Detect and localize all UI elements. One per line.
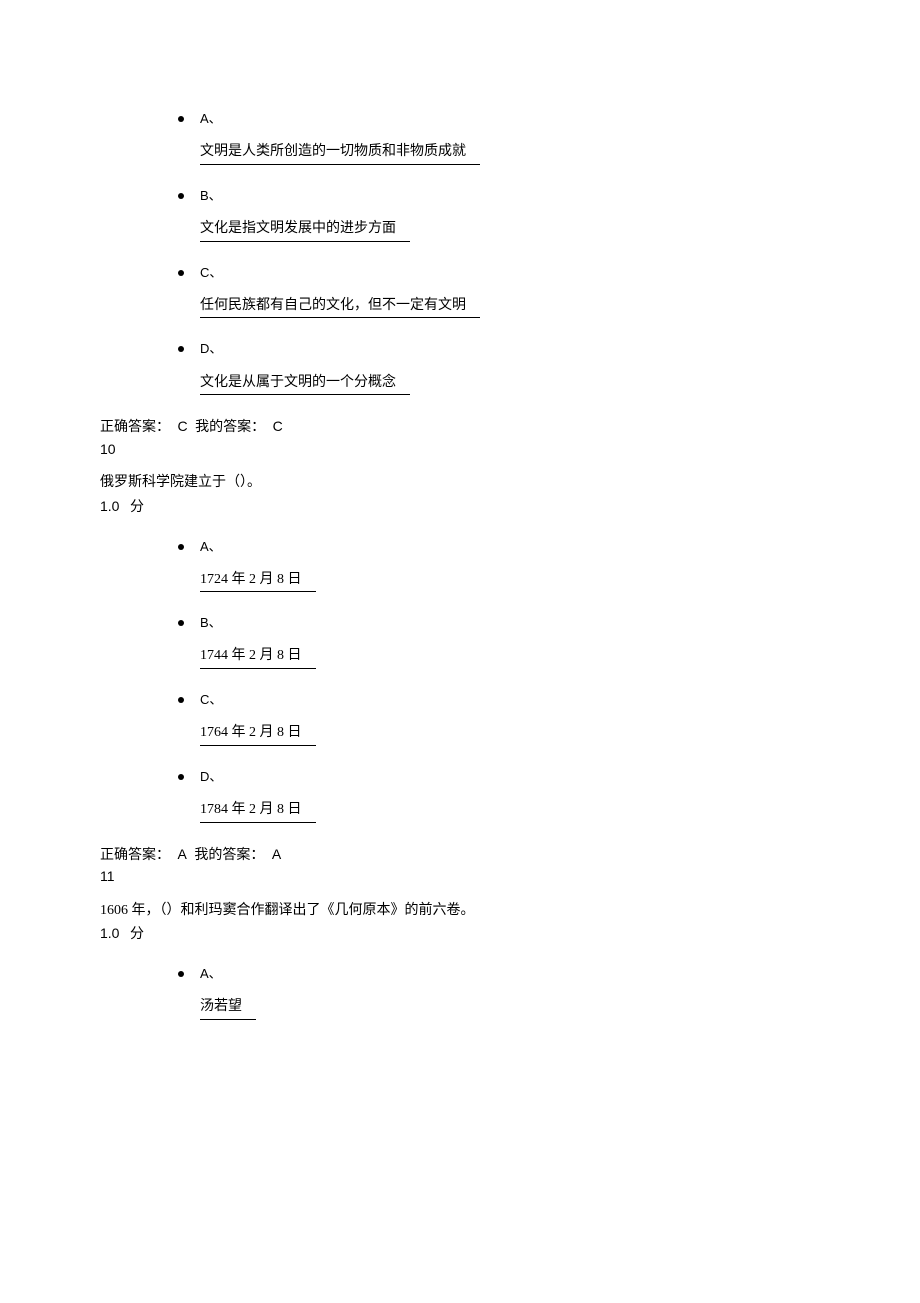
q10-option-a: A、 [100, 538, 820, 556]
bullet-icon [178, 193, 184, 199]
q9-option-d: D、 [100, 340, 820, 358]
q11-number: 11 [100, 867, 820, 887]
option-letter: B、 [200, 614, 222, 632]
q11-options: A、 汤若望 [100, 965, 820, 1020]
q11-stem: 1606 年，（）和利玛窦合作翻译出了《几何原本》的前六卷。 [100, 901, 820, 921]
option-text: 1724 年 2 月 8 日 [200, 570, 316, 593]
bullet-icon [178, 346, 184, 352]
q10-option-c-text-wrap: 1764 年 2 月 8 日 [100, 723, 820, 746]
my-answer-value: C [273, 418, 283, 434]
q10-stem: 俄罗斯科学院建立于（）。 [100, 473, 820, 493]
q10-score: 1.0 分 [100, 497, 820, 518]
option-letter: D、 [200, 768, 222, 786]
document-page: A、 文明是人类所创造的一切物质和非物质成就 B、 文化是指文明发展中的进步方面… [0, 0, 920, 1303]
q9-option-c: C、 [100, 264, 820, 282]
my-answer-value: A [272, 846, 281, 862]
option-letter: B、 [200, 187, 222, 205]
q10-option-a-text-wrap: 1724 年 2 月 8 日 [100, 570, 820, 593]
q11-option-a-text-wrap: 汤若望 [100, 997, 820, 1020]
q9-option-b: B、 [100, 187, 820, 205]
q10-option-b: B、 [100, 614, 820, 632]
q9-option-a: A、 [100, 110, 820, 128]
option-letter: C、 [200, 691, 222, 709]
option-letter: A、 [200, 110, 222, 128]
score-unit: 分 [130, 500, 144, 515]
q10-number: 10 [100, 440, 820, 460]
correct-answer-value: C [178, 418, 188, 434]
option-text: 任何民族都有自己的文化，但不一定有文明 [200, 296, 480, 319]
option-letter: A、 [200, 538, 222, 556]
option-letter: D、 [200, 340, 222, 358]
option-text: 文化是指文明发展中的进步方面 [200, 219, 410, 242]
correct-answer-label: 正确答案： [100, 848, 170, 863]
option-text: 文明是人类所创造的一切物质和非物质成就 [200, 142, 480, 165]
q10-answer-line: 正确答案： A 我的答案： A [100, 845, 820, 866]
q11-option-a: A、 [100, 965, 820, 983]
q10-option-d-text-wrap: 1784 年 2 月 8 日 [100, 800, 820, 823]
q10-option-c: C、 [100, 691, 820, 709]
q9-options: A、 文明是人类所创造的一切物质和非物质成就 B、 文化是指文明发展中的进步方面… [100, 110, 820, 395]
option-text: 文化是从属于文明的一个分概念 [200, 373, 410, 396]
q10-options: A、 1724 年 2 月 8 日 B、 1744 年 2 月 8 日 C、 1… [100, 538, 820, 823]
correct-answer-label: 正确答案： [100, 420, 170, 435]
q9-option-b-text-wrap: 文化是指文明发展中的进步方面 [100, 219, 820, 242]
q9-answer-line: 正确答案： C 我的答案： C [100, 417, 820, 438]
q10-option-b-text-wrap: 1744 年 2 月 8 日 [100, 646, 820, 669]
bullet-icon [178, 697, 184, 703]
bullet-icon [178, 620, 184, 626]
q9-option-a-text-wrap: 文明是人类所创造的一切物质和非物质成就 [100, 142, 820, 165]
q11-score: 1.0 分 [100, 924, 820, 945]
score-unit: 分 [130, 927, 144, 942]
bullet-icon [178, 774, 184, 780]
option-text: 1744 年 2 月 8 日 [200, 646, 316, 669]
score-number: 1.0 [100, 498, 119, 514]
my-answer-label: 我的答案： [194, 848, 264, 863]
bullet-icon [178, 116, 184, 122]
bullet-icon [178, 971, 184, 977]
option-letter: A、 [200, 965, 222, 983]
option-text: 1784 年 2 月 8 日 [200, 800, 316, 823]
my-answer-label: 我的答案： [195, 420, 265, 435]
bullet-icon [178, 270, 184, 276]
q10-option-d: D、 [100, 768, 820, 786]
option-text: 汤若望 [200, 997, 256, 1020]
q9-option-d-text-wrap: 文化是从属于文明的一个分概念 [100, 373, 820, 396]
option-text: 1764 年 2 月 8 日 [200, 723, 316, 746]
q9-option-c-text-wrap: 任何民族都有自己的文化，但不一定有文明 [100, 296, 820, 319]
bullet-icon [178, 544, 184, 550]
score-number: 1.0 [100, 925, 119, 941]
option-letter: C、 [200, 264, 222, 282]
correct-answer-value: A [178, 846, 187, 862]
